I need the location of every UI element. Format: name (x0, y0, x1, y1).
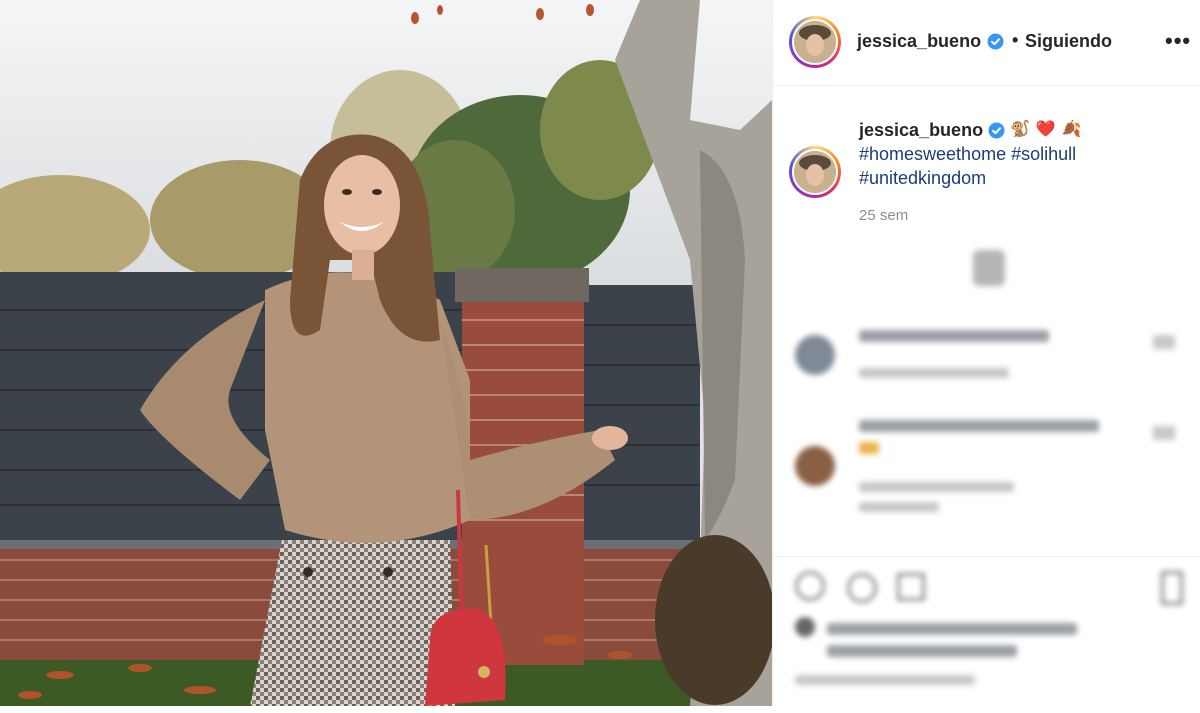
avatar-image (794, 151, 836, 193)
liked-by-avatar[interactable] (795, 617, 815, 637)
caption-emojis: 🐒❤️🍂 (1010, 121, 1088, 138)
caption-username[interactable]: jessica_bueno (859, 120, 983, 141)
post-header: jessica_bueno • Siguiendo ••• (773, 0, 1200, 86)
comment-emoji (859, 442, 879, 454)
post-sidebar: jessica_bueno • Siguiendo ••• jessica_bu… (772, 0, 1200, 706)
separator-dot: • (1012, 30, 1019, 50)
avatar[interactable] (789, 16, 841, 68)
comment-text (859, 330, 1049, 342)
post-actions (773, 556, 1200, 706)
comment-meta (859, 368, 1009, 378)
avatar-image (794, 21, 836, 63)
liked-by-text (827, 645, 1017, 657)
comment-icon[interactable] (847, 573, 877, 603)
caption-timestamp: 25 sem (859, 207, 909, 224)
comment-avatar[interactable] (795, 335, 835, 375)
save-bookmark-icon[interactable] (1161, 571, 1183, 605)
verified-badge-icon (987, 33, 1004, 55)
comment-meta (859, 502, 939, 512)
loading-spinner-icon (973, 250, 1005, 286)
comment-avatar[interactable] (795, 446, 835, 486)
post-date (795, 675, 975, 685)
comment-meta (859, 482, 1014, 492)
like-comment-icon[interactable] (1153, 335, 1175, 349)
following-button[interactable]: Siguiendo (1025, 31, 1112, 52)
post-image (0, 0, 772, 706)
like-comment-icon[interactable] (1153, 426, 1175, 440)
verified-badge-icon (988, 122, 1005, 144)
comment-text (859, 420, 1099, 432)
liked-by-text (827, 623, 1077, 635)
post-photo[interactable] (0, 0, 772, 706)
post-username[interactable]: jessica_bueno (857, 31, 981, 52)
caption-hashtags-line1[interactable]: #homesweethome #solihull (859, 144, 1076, 165)
share-icon[interactable] (897, 573, 925, 601)
caption-hashtags-line2[interactable]: #unitedkingdom (859, 168, 986, 189)
more-options-icon[interactable]: ••• (1165, 28, 1191, 54)
like-icon[interactable] (795, 571, 825, 601)
caption-avatar[interactable] (789, 146, 841, 198)
